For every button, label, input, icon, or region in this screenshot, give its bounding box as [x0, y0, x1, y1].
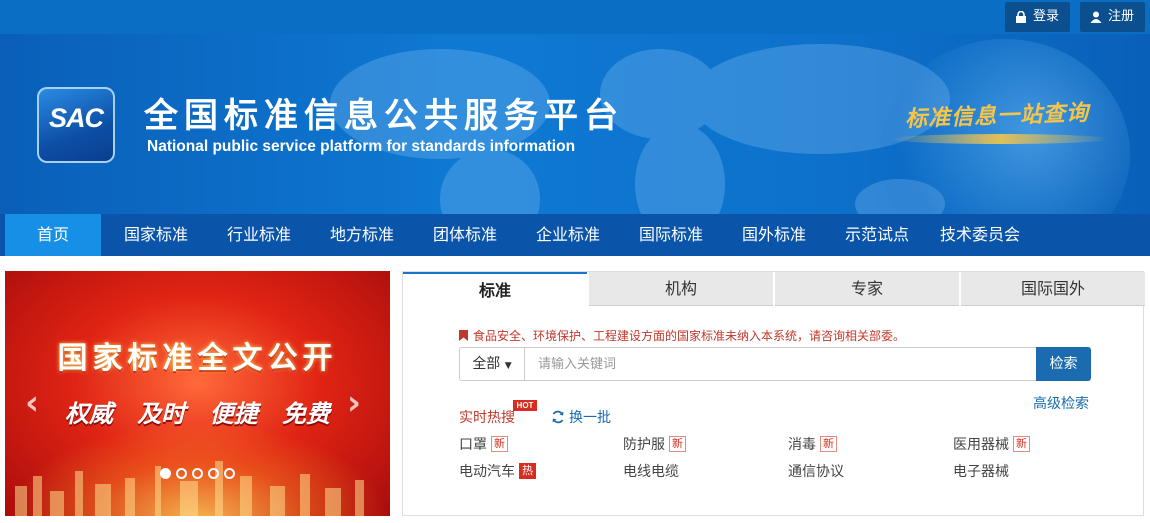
hot-keyword[interactable]: 电动汽车 热	[459, 461, 536, 481]
carousel-dot[interactable]	[160, 468, 171, 479]
carousel-dot[interactable]	[224, 468, 235, 479]
banner-carousel[interactable]: 国家标准全文公开 权威 及时 便捷 免费 ‹ ›	[5, 271, 390, 516]
scope-label: 全部	[472, 356, 501, 372]
register-button[interactable]: 注册	[1080, 2, 1145, 32]
caret-down-icon: ▼	[504, 361, 512, 371]
nav-item-home[interactable]: 首页	[5, 214, 101, 256]
nav-item-industry[interactable]: 行业标准	[211, 214, 307, 256]
hot-keyword[interactable]: 电线电缆	[623, 461, 679, 481]
nav-item-international[interactable]: 国际标准	[623, 214, 719, 256]
chevron-left-icon[interactable]: ‹	[25, 383, 39, 423]
keyword-text: 口罩	[459, 437, 487, 453]
nav-item-enterprise[interactable]: 企业标准	[520, 214, 616, 256]
header-banner: SAC 全国标准信息公共服务平台 National public service…	[0, 34, 1150, 214]
nav-item-foreign[interactable]: 国外标准	[726, 214, 822, 256]
nav-item-pilot[interactable]: 示范试点	[829, 214, 925, 256]
carousel-dot[interactable]	[208, 468, 219, 479]
lock-icon	[1016, 11, 1026, 23]
search-scope-dropdown[interactable]: 全部 ▼	[460, 348, 525, 380]
search-panel: 标准 机构 专家 国际国外 食品安全、环境保护、工程建设方面的国家标准未纳入本系…	[402, 271, 1145, 516]
keyword-text: 电动汽车	[459, 464, 515, 480]
carousel-title: 国家标准全文公开	[57, 341, 338, 376]
chevron-right-icon[interactable]: ›	[347, 383, 361, 423]
site-subtitle: National public service platform for sta…	[147, 138, 576, 155]
bookmark-icon	[459, 330, 468, 341]
register-label: 注册	[1108, 9, 1135, 24]
carousel-subtitle: 权威 及时 便捷 免费	[64, 400, 331, 428]
tab-organization[interactable]: 机构	[589, 272, 773, 306]
search-box: 全部 ▼ 检索	[459, 347, 1091, 381]
slogan-streak	[890, 134, 1110, 144]
tab-expert[interactable]: 专家	[775, 272, 959, 306]
nav-item-committee[interactable]: 技术委员会	[932, 214, 1028, 256]
refresh-keywords-button[interactable]: 换一批	[551, 407, 611, 427]
nav-item-national[interactable]: 国家标准	[108, 214, 204, 256]
tab-standard[interactable]: 标准	[403, 272, 587, 306]
tab-international[interactable]: 国际国外	[961, 272, 1145, 306]
keyword-text: 医用器械	[953, 437, 1009, 453]
new-badge: 新	[820, 436, 837, 452]
keyword-text: 电线电缆	[623, 464, 679, 480]
notice-text: 食品安全、环境保护、工程建设方面的国家标准未纳入本系统，请咨询相关部委。	[459, 327, 905, 344]
keyword-text: 电子器械	[953, 464, 1009, 480]
slogan: 标准信息一站查询	[904, 100, 1090, 133]
site-title: 全国标准信息公共服务平台	[144, 96, 624, 136]
hot-badge: 热	[519, 463, 536, 479]
carousel-dot[interactable]	[192, 468, 203, 479]
search-button[interactable]: 检索	[1036, 347, 1091, 381]
hot-keyword[interactable]: 口罩 新	[459, 434, 508, 454]
refresh-label: 换一批	[569, 410, 611, 426]
keyword-text: 防护服	[623, 437, 665, 453]
user-icon	[1090, 11, 1102, 23]
refresh-icon	[552, 410, 564, 424]
hot-keyword[interactable]: 防护服 新	[623, 434, 686, 454]
login-button[interactable]: 登录	[1005, 2, 1070, 32]
hot-keyword[interactable]: 电子器械	[953, 461, 1009, 481]
sac-logo[interactable]: SAC	[37, 87, 115, 163]
carousel-indicators	[160, 468, 235, 479]
logo-text: SAC	[48, 103, 104, 133]
keyword-text: 消毒	[788, 437, 816, 453]
keyword-text: 通信协议	[788, 464, 844, 480]
hot-keyword[interactable]: 消毒 新	[788, 434, 837, 454]
main-nav: 首页 国家标准 行业标准 地方标准 团体标准 企业标准 国际标准 国外标准 示范…	[0, 214, 1150, 256]
hot-search-label: 实时热搜	[459, 410, 515, 426]
nav-item-group[interactable]: 团体标准	[417, 214, 513, 256]
hot-keyword[interactable]: 医用器械 新	[953, 434, 1030, 454]
search-input[interactable]	[526, 348, 1034, 380]
carousel-dot[interactable]	[176, 468, 187, 479]
new-badge: 新	[669, 436, 686, 452]
advanced-search-link[interactable]: 高级检索	[1033, 393, 1089, 413]
notice-label: 食品安全、环境保护、工程建设方面的国家标准未纳入本系统，请咨询相关部委。	[473, 329, 906, 343]
hot-keyword[interactable]: 通信协议	[788, 461, 844, 481]
login-label: 登录	[1033, 9, 1060, 24]
top-bar: 登录 注册	[0, 0, 1150, 34]
city-skyline-graphic	[15, 461, 364, 516]
hot-tag: HOT	[513, 400, 537, 411]
nav-item-local[interactable]: 地方标准	[314, 214, 410, 256]
new-badge: 新	[491, 436, 508, 452]
new-badge: 新	[1013, 436, 1030, 452]
